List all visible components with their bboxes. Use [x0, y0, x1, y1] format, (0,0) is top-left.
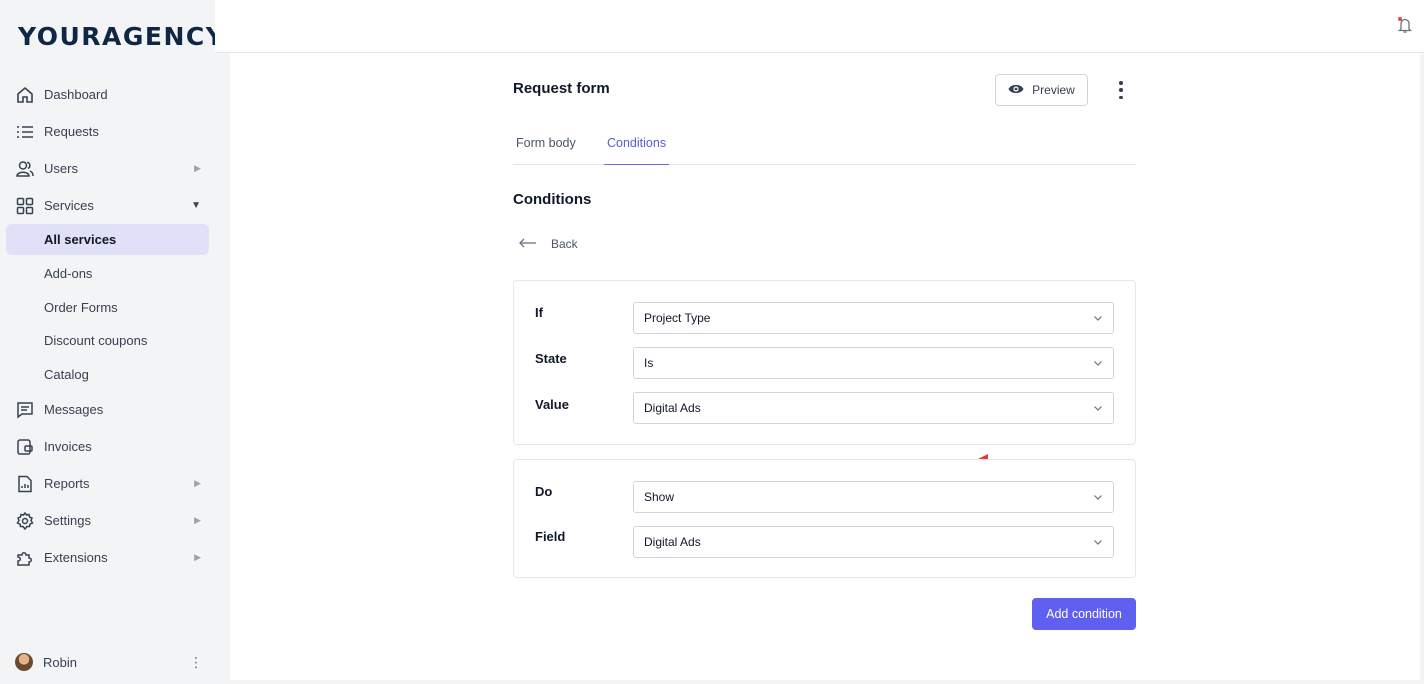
user-name: Robin: [43, 654, 77, 670]
sidebar-subitem-all-services[interactable]: All services: [6, 224, 209, 255]
home-icon: [15, 85, 35, 105]
state-label: State: [535, 351, 567, 366]
avatar: [15, 653, 33, 671]
sidebar-item-label: Reports: [44, 476, 90, 491]
sidebar-item-label: Invoices: [44, 439, 92, 454]
value-select[interactable]: Digital Ads: [633, 392, 1114, 424]
sidebar-item-label: Extensions: [44, 550, 108, 565]
sidebar-item-users[interactable]: Users ▶: [0, 150, 215, 187]
sidebar-subitem-discount-coupons[interactable]: Discount coupons: [6, 324, 209, 358]
do-select[interactable]: Show: [633, 481, 1114, 513]
sidebar-item-label: Requests: [44, 124, 99, 139]
field-select[interactable]: Digital Ads: [633, 526, 1114, 558]
value-select-value: Digital Ads: [644, 401, 701, 415]
sidebar: YOURAGENCY Dashboard Requests Users ▶ Se…: [0, 0, 224, 684]
page-title: Request form: [513, 80, 610, 97]
sidebar-item-requests[interactable]: Requests: [0, 113, 215, 150]
caret-right-icon: ▶: [194, 515, 201, 525]
back-link[interactable]: Back: [519, 237, 578, 251]
if-label: If: [535, 305, 543, 320]
sidebar-item-reports[interactable]: Reports ▶: [0, 465, 215, 502]
sidebar-item-label: Dashboard: [44, 87, 108, 102]
wallet-icon: [15, 437, 35, 457]
if-select[interactable]: Project Type: [633, 302, 1114, 334]
if-select-value: Project Type: [644, 311, 711, 325]
sidebar-subitem-catalog[interactable]: Catalog: [6, 358, 209, 392]
caret-right-icon: ▶: [194, 552, 201, 562]
back-label: Back: [551, 237, 578, 251]
gear-icon: [15, 511, 35, 531]
sidebar-item-invoices[interactable]: Invoices: [0, 428, 215, 465]
tab-conditions[interactable]: Conditions: [604, 128, 670, 165]
tab-bar: Form body Conditions: [513, 128, 1136, 165]
sidebar-nav: Dashboard Requests Users ▶ Services ▼ Al…: [0, 76, 215, 576]
sidebar-item-messages[interactable]: Messages: [0, 391, 215, 428]
chat-icon: [15, 400, 35, 420]
sidebar-item-label: Messages: [44, 402, 104, 417]
list-icon: [15, 122, 35, 142]
section-title: Conditions: [513, 191, 592, 208]
sidebar-item-label: Users: [44, 161, 78, 176]
sidebar-item-settings[interactable]: Settings ▶: [0, 502, 215, 539]
report-icon: [15, 474, 35, 494]
sidebar-item-dashboard[interactable]: Dashboard: [0, 76, 215, 113]
bell-icon[interactable]: [1396, 16, 1414, 34]
state-select-value: Is: [644, 356, 654, 370]
user-profile[interactable]: Robin ⋮: [0, 650, 215, 674]
sidebar-item-extensions[interactable]: Extensions ▶: [0, 539, 215, 576]
chevron-down-icon: [1094, 406, 1102, 411]
preview-button[interactable]: Preview: [995, 74, 1088, 106]
do-select-value: Show: [644, 490, 675, 504]
caret-right-icon: ▶: [194, 478, 201, 488]
sidebar-subitem-order-forms[interactable]: Order Forms: [6, 291, 209, 325]
chevron-down-icon: [1094, 540, 1102, 545]
add-condition-button[interactable]: Add condition: [1032, 598, 1136, 630]
logo[interactable]: YOURAGENCY: [18, 22, 225, 51]
field-label: Field: [535, 529, 566, 544]
caret-down-icon: ▼: [191, 200, 201, 211]
do-label: Do: [535, 484, 553, 499]
eye-icon: [1008, 83, 1024, 98]
more-vertical-icon[interactable]: ⋮: [189, 655, 203, 669]
grid-icon: [15, 196, 35, 216]
value-label: Value: [535, 397, 569, 412]
more-options-icon[interactable]: [1113, 79, 1129, 101]
sidebar-subitem-add-ons[interactable]: Add-ons: [6, 257, 209, 291]
chevron-down-icon: [1094, 495, 1102, 500]
condition-do-card: Do Show Field Digital Ads: [513, 459, 1136, 578]
tab-form-body[interactable]: Form body: [513, 128, 579, 165]
users-icon: [15, 159, 35, 179]
state-select[interactable]: Is: [633, 347, 1114, 379]
main-content: Request form Preview Form body Condition…: [230, 53, 1420, 680]
arrow-left-icon: [519, 237, 537, 251]
sidebar-item-label: Settings: [44, 513, 91, 528]
condition-if-card: If Project Type State Is Value Digital A…: [513, 280, 1136, 445]
sidebar-item-services[interactable]: Services ▼: [0, 187, 215, 224]
chevron-down-icon: [1094, 361, 1102, 366]
field-select-value: Digital Ads: [644, 535, 701, 549]
chevron-down-icon: [1094, 316, 1102, 321]
puzzle-icon: [15, 548, 35, 568]
sidebar-item-label: Services: [44, 198, 94, 213]
caret-right-icon: ▶: [194, 163, 201, 173]
top-bar: [215, 0, 1424, 53]
preview-label: Preview: [1032, 83, 1075, 97]
